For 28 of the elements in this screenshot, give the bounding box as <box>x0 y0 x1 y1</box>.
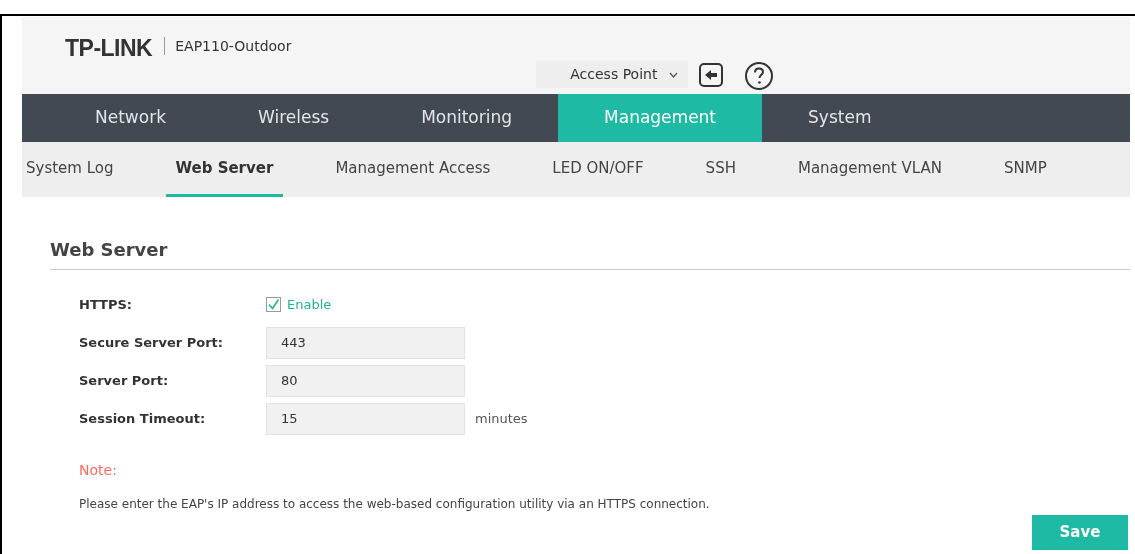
brand-logo: TP-LINK <box>65 34 153 63</box>
field-label: HTTPS: <box>79 295 133 314</box>
section-title: Web Server <box>50 236 1130 270</box>
sub-tab[interactable]: Web Server <box>165 142 284 197</box>
help-icon[interactable] <box>744 61 775 91</box>
field-label: Secure Server Port: <box>79 333 224 352</box>
nav-tab[interactable]: Wireless <box>212 94 376 142</box>
sub-tab[interactable]: SSH <box>695 142 746 197</box>
note-title: Note: <box>79 461 118 480</box>
device-name: EAP110-Outdoor <box>175 37 292 56</box>
mode-dropdown[interactable]: Access Point <box>536 61 689 88</box>
sub-tab[interactable]: Management Access <box>325 142 501 197</box>
sub-tab[interactable]: Management VLAN <box>787 142 952 197</box>
input-field[interactable]: 15 <box>266 402 465 435</box>
unit-label: minutes <box>475 409 528 428</box>
input-field[interactable]: 80 <box>266 364 465 397</box>
nav-tab[interactable]: Network <box>49 94 212 142</box>
note-text: Please enter the EAP's IP address to access the web-based configuration utility via an HTTPS connection. <box>79 496 711 513</box>
field-label: Session Timeout: <box>79 409 207 428</box>
logout-icon[interactable] <box>698 62 725 88</box>
field-label: Server Port: <box>79 371 170 390</box>
sub-tab[interactable]: System Log <box>22 142 124 197</box>
chevron-icon <box>669 71 679 78</box>
sub-tab[interactable]: SNMP <box>993 142 1057 197</box>
sub-tab[interactable]: LED ON/OFF <box>542 142 654 197</box>
nav-tab[interactable]: System <box>762 94 918 142</box>
nav-tab[interactable]: Monitoring <box>375 94 559 142</box>
input-field[interactable]: 443 <box>266 326 465 359</box>
